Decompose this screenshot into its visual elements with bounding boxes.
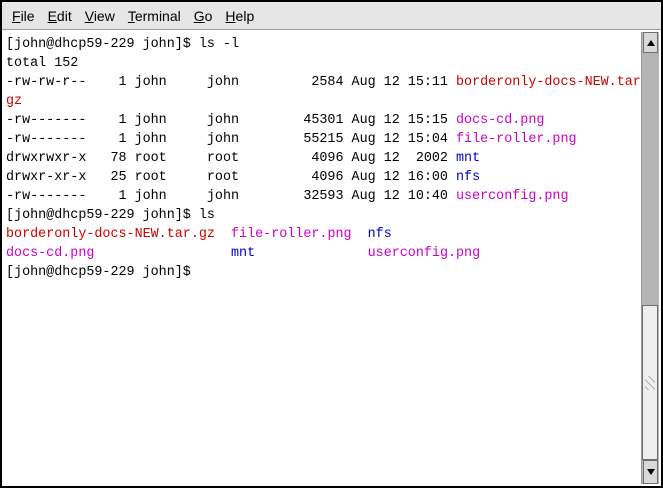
text-segment: borderonly-docs-NEW.tar. bbox=[456, 75, 641, 90]
text-segment bbox=[215, 227, 231, 242]
terminal-line: [john@dhcp59-229 john]$ ls -l bbox=[6, 35, 641, 54]
text-segment bbox=[255, 246, 368, 261]
scroll-down-button[interactable] bbox=[643, 460, 658, 484]
terminal-screen[interactable]: [john@dhcp59-229 john]$ ls -l total 152 -r… bbox=[4, 32, 641, 484]
text-segment: file-roller.png bbox=[231, 227, 352, 242]
text-segment: total 152 bbox=[6, 56, 78, 71]
scrollbar-thumb[interactable] bbox=[642, 305, 658, 460]
text-segment: mnt bbox=[456, 151, 480, 166]
terminal-line: docs-cd.png mnt userconfig.png bbox=[6, 244, 641, 263]
text-segment bbox=[352, 227, 368, 242]
text-segment: gz bbox=[6, 94, 22, 109]
terminal-line: borderonly-docs-NEW.tar.gz file-roller.p… bbox=[6, 225, 641, 244]
menu-item-view[interactable]: View bbox=[85, 8, 115, 24]
terminal-line: -rw-rw-r-- 1 john john 2584 Aug 12 15:11… bbox=[6, 73, 641, 92]
text-segment: file-roller.png bbox=[456, 132, 577, 147]
menu-item-file[interactable]: File bbox=[12, 8, 35, 24]
menu-item-go[interactable]: Go bbox=[194, 8, 213, 24]
menu-item-terminal[interactable]: Terminal bbox=[128, 8, 181, 24]
menu-item-help[interactable]: Help bbox=[225, 8, 254, 24]
terminal-line: -rw------- 1 john john 45301 Aug 12 15:1… bbox=[6, 111, 641, 130]
text-segment: userconfig.png bbox=[456, 189, 569, 204]
text-segment bbox=[94, 246, 231, 261]
text-segment: -rw------- 1 john john 45301 Aug 12 15:1… bbox=[6, 113, 456, 128]
scroll-up-icon bbox=[647, 40, 655, 46]
terminal-line: total 152 bbox=[6, 54, 641, 73]
terminal-line: drwxr-xr-x 25 root root 4096 Aug 12 16:0… bbox=[6, 168, 641, 187]
scrollbar-grip-icon bbox=[645, 376, 655, 390]
terminal-line: [john@dhcp59-229 john]$ bbox=[6, 263, 641, 282]
text-segment: docs-cd.png bbox=[456, 113, 544, 128]
terminal-line: -rw------- 1 john john 32593 Aug 12 10:4… bbox=[6, 187, 641, 206]
text-segment: -rw------- 1 john john 55215 Aug 12 15:0… bbox=[6, 132, 456, 147]
text-segment: [john@dhcp59-229 john]$ ls -l bbox=[6, 37, 239, 52]
text-segment: -rw------- 1 john john 32593 Aug 12 10:4… bbox=[6, 189, 456, 204]
menu-bar: File Edit View Terminal Go Help bbox=[2, 2, 661, 30]
text-segment: nfs bbox=[368, 227, 392, 242]
text-segment: mnt bbox=[231, 246, 255, 261]
terminal-content-area: [john@dhcp59-229 john]$ ls -l total 152 -r… bbox=[4, 32, 659, 484]
text-segment: nfs bbox=[456, 170, 480, 185]
text-segment: [john@dhcp59-229 john]$ ls bbox=[6, 208, 215, 223]
text-segment: [john@dhcp59-229 john]$ bbox=[6, 265, 199, 280]
text-segment: drwxr-xr-x 25 root root 4096 Aug 12 16:0… bbox=[6, 170, 456, 185]
text-segment: drwxrwxr-x 78 root root 4096 Aug 12 2002 bbox=[6, 151, 456, 166]
terminal-line: gz bbox=[6, 92, 641, 111]
scroll-down-icon bbox=[647, 469, 655, 475]
text-segment: -rw-rw-r-- 1 john john 2584 Aug 12 15:11 bbox=[6, 75, 456, 90]
text-segment: docs-cd.png bbox=[6, 246, 94, 261]
menu-item-edit[interactable]: Edit bbox=[48, 8, 72, 24]
text-segment: userconfig.png bbox=[368, 246, 481, 261]
terminal-output: [john@dhcp59-229 john]$ ls -l total 152 -r… bbox=[6, 35, 641, 282]
terminal-line: -rw------- 1 john john 55215 Aug 12 15:0… bbox=[6, 130, 641, 149]
terminal-window: File Edit View Terminal Go Help [john@dh… bbox=[0, 0, 663, 488]
text-segment: borderonly-docs-NEW.tar.gz bbox=[6, 227, 215, 242]
terminal-line: [john@dhcp59-229 john]$ ls bbox=[6, 206, 641, 225]
scroll-up-button[interactable] bbox=[643, 32, 658, 53]
terminal-line: drwxrwxr-x 78 root root 4096 Aug 12 2002… bbox=[6, 149, 641, 168]
scrollbar[interactable] bbox=[641, 32, 659, 484]
